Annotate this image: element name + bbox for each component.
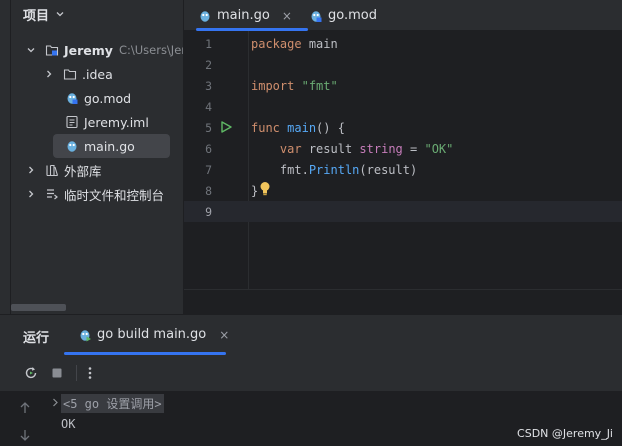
line-number: 9 [205, 204, 212, 219]
package-name: fmt [279, 162, 302, 177]
tree-item-label: 外部库 [64, 163, 102, 179]
run-tab-label: go build main.go [97, 327, 207, 342]
tree-item-idea[interactable]: .idea [11, 62, 183, 86]
arrow-down-icon[interactable] [18, 428, 32, 442]
arrow-up-icon[interactable] [18, 401, 32, 415]
punctuation: } [251, 183, 259, 198]
chevron-right-icon[interactable] [52, 398, 59, 407]
go-file-icon [67, 141, 77, 152]
line-number: 5 [205, 120, 212, 135]
tree-item-jeremy-iml[interactable]: Jeremy.iml [11, 110, 183, 134]
left-tool-strip [0, 0, 11, 314]
operator: = [410, 141, 418, 156]
watermark: CSDN @Jeremy_Ji [517, 427, 613, 440]
identifier: result [308, 141, 353, 156]
go-run-config-icon [80, 329, 91, 341]
string-literal: "OK" [424, 141, 454, 156]
close-icon[interactable]: × [219, 328, 229, 342]
keyword: func [251, 120, 280, 135]
horizontal-scrollbar[interactable] [11, 304, 66, 311]
keyword: package [251, 36, 302, 51]
go-file-icon [200, 10, 210, 22]
code-line: 5 func main() { [184, 117, 622, 138]
scratches-console-icon [47, 189, 58, 200]
active-run-tab-indicator [64, 352, 226, 355]
function-name: main [287, 120, 317, 135]
code-line: 8 } [184, 180, 622, 201]
chevron-right-icon[interactable] [26, 165, 36, 175]
toolbar-separator [76, 365, 77, 381]
tab-main-go[interactable]: main.go × [198, 0, 292, 31]
go-file-icon [67, 93, 78, 104]
keyword: var [279, 141, 302, 156]
code-line-current: 9 [184, 201, 622, 222]
project-header[interactable]: 项目 [11, 0, 183, 28]
folder-icon [63, 69, 77, 80]
code-line: 4 [184, 96, 622, 117]
line-number: 4 [205, 99, 212, 114]
chevron-right-icon[interactable] [26, 189, 36, 199]
chevron-right-icon[interactable] [44, 69, 54, 79]
tree-item-external-libraries[interactable]: 外部库 [11, 158, 183, 182]
lightbulb-icon[interactable] [259, 181, 271, 196]
iml-file-icon [66, 115, 78, 129]
line-number: 7 [205, 162, 212, 177]
code-line: 1 package main [184, 33, 622, 54]
line-number: 2 [205, 57, 212, 72]
tree-item-label: Jeremy.iml [84, 114, 149, 130]
function-name: Println [308, 162, 360, 177]
project-title: 项目 [23, 8, 50, 24]
line-number: 6 [205, 141, 212, 156]
stop-icon[interactable] [50, 366, 64, 380]
line-number: 8 [205, 183, 212, 198]
project-tree: Jeremy C:\Users\Jer .idea go.mod Jeremy.… [11, 38, 183, 206]
tab-label: go.mod [328, 8, 377, 23]
project-panel: 项目 Jeremy C:\Users\Jer .idea go.mod Jere… [11, 0, 184, 314]
rerun-icon[interactable] [24, 366, 38, 380]
tree-item-go-mod[interactable]: go.mod [11, 86, 183, 110]
library-icon [46, 164, 59, 177]
project-path: C:\Users\Jer [118, 43, 184, 57]
code-line: 7 fmt.Println(result) [184, 159, 622, 180]
tree-item-label: 临时文件和控制台 [64, 187, 165, 203]
code-editor[interactable]: 1 package main 2 3 import "fmt" 4 5 func… [184, 31, 622, 289]
chevron-down-icon[interactable] [55, 9, 65, 19]
tree-item-main-go[interactable]: main.go [53, 134, 170, 158]
tree-item-label: go.mod [84, 90, 132, 106]
tree-item-scratches[interactable]: 临时文件和控制台 [11, 182, 183, 206]
run-toolbar [0, 360, 622, 388]
line-number: 3 [205, 78, 212, 93]
tab-label: main.go [217, 8, 270, 23]
run-panel-title: 运行 [23, 331, 50, 346]
tab-go-mod[interactable]: go.mod [309, 0, 377, 31]
run-tab-go-build[interactable]: go build main.go × [78, 327, 229, 342]
code-line: 6 var result string = "OK" [184, 138, 622, 159]
tree-item-label: main.go [84, 138, 135, 154]
close-icon[interactable]: × [282, 9, 292, 23]
more-options-icon[interactable] [83, 366, 97, 380]
console-output: OK [61, 417, 76, 431]
run-gutter-icon[interactable] [219, 120, 233, 134]
tree-item-jeremy[interactable]: Jeremy C:\Users\Jer [11, 38, 183, 62]
go-mod-file-icon [311, 10, 322, 22]
tree-item-label: Jeremy [64, 42, 113, 58]
punctuation: () { [316, 120, 345, 135]
chevron-down-icon[interactable] [26, 45, 36, 55]
identifier: main [308, 36, 338, 51]
tree-item-label: .idea [82, 66, 113, 82]
code-line: 3 import "fmt" [184, 75, 622, 96]
punctuation: (result) [359, 162, 418, 177]
type-name: string [359, 141, 403, 156]
line-number: 1 [205, 36, 212, 51]
editor-bottom-area [184, 289, 622, 314]
command-line[interactable]: <5 go 设置调用> [61, 394, 164, 413]
string-literal: "fmt" [301, 78, 338, 93]
code-line: 2 [184, 54, 622, 75]
editor-tab-bar: main.go × go.mod [184, 0, 622, 31]
module-folder-icon [45, 45, 59, 56]
keyword: import [251, 78, 295, 93]
